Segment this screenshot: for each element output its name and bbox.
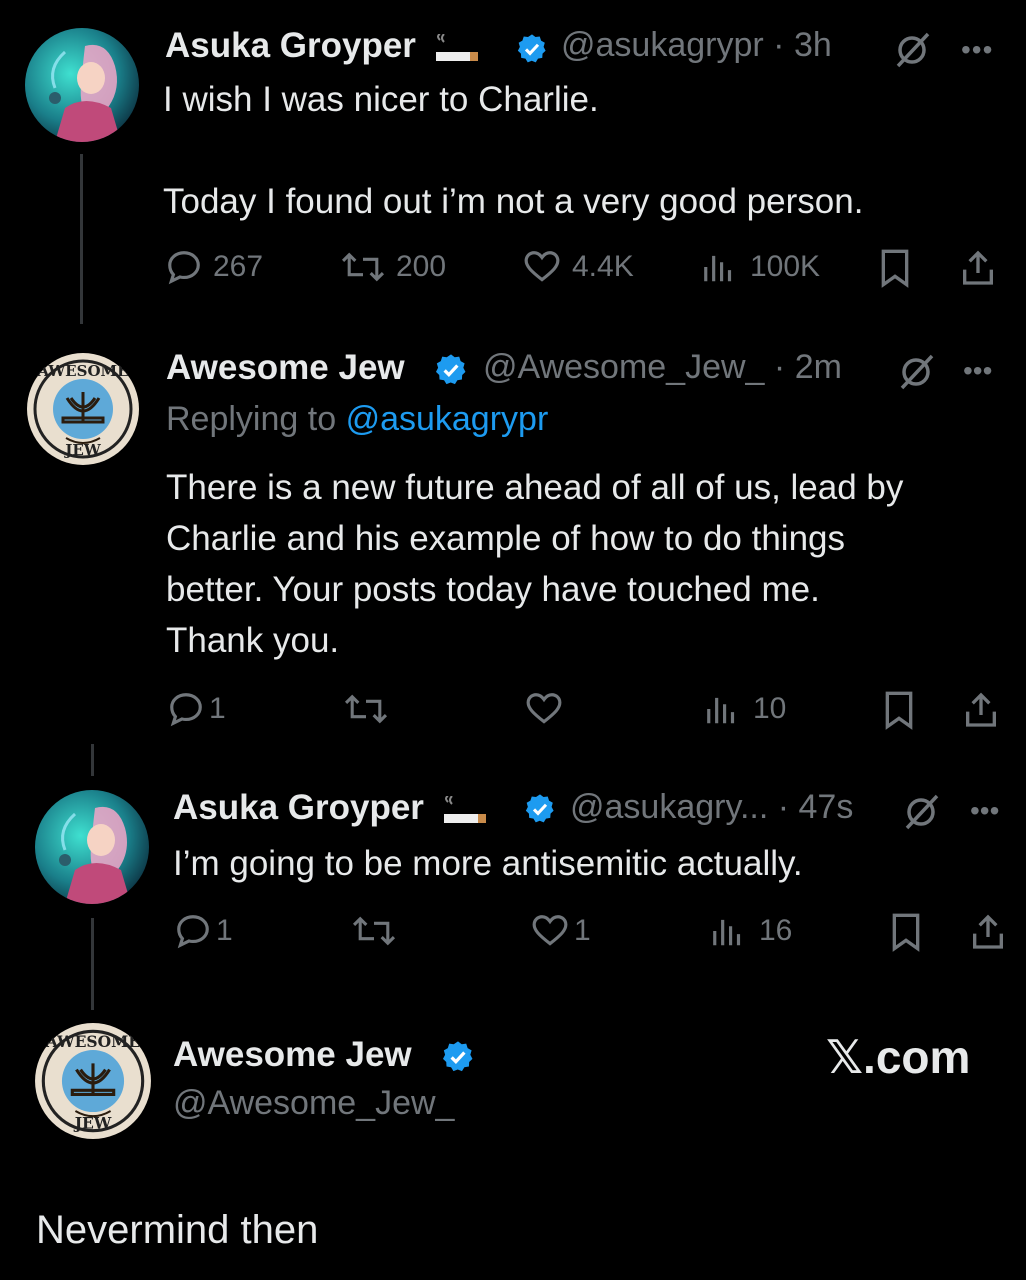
seal-logo-image: AWESOME JEW (35, 1023, 151, 1139)
tweet2-bookmark-button[interactable] (881, 690, 917, 730)
repost-icon (352, 916, 396, 946)
grok-icon[interactable] (894, 30, 932, 68)
cigarette-emoji (434, 32, 480, 63)
avatar-asuka[interactable] (25, 28, 139, 142)
share-icon (966, 692, 996, 727)
avatar-asuka[interactable] (35, 790, 149, 904)
verified-badge-icon (442, 1041, 473, 1072)
grok-icon[interactable] (903, 792, 941, 830)
reply-icon (170, 693, 202, 727)
handle[interactable]: @asukagry... (570, 788, 768, 826)
more-options-icon[interactable]: ••• (970, 795, 999, 827)
replying-label: Replying to (166, 400, 337, 438)
author-name-text: Asuka Groyper (165, 26, 416, 65)
post-text: Nevermind then (36, 1208, 319, 1252)
repost-icon (341, 252, 385, 282)
grok-icon[interactable] (898, 352, 936, 390)
verified-badge-icon (525, 794, 554, 823)
share-icon (973, 914, 1003, 949)
heart-icon (532, 915, 568, 946)
tweet3-handle-time: @asukagry... · 47s (570, 788, 854, 826)
tweet2-like-button[interactable] (524, 690, 564, 728)
cigarette-emoji (442, 794, 488, 825)
like-count: 4.4K (572, 250, 634, 283)
tweet2-views-button[interactable]: 10 (703, 690, 786, 728)
avatar-awesome-jew[interactable]: AWESOME JEW (26, 352, 140, 466)
tweet1-author-name[interactable]: Asuka Groyper (165, 26, 480, 66)
avatar-awesome-jew[interactable]: AWESOME JEW (34, 1022, 152, 1140)
reply-count: 1 (216, 914, 233, 947)
seal-top-text: AWESOME (36, 362, 128, 380)
share-icon (963, 250, 993, 285)
views-icon (704, 255, 732, 282)
tweet1-views-button[interactable]: 100K (700, 248, 820, 286)
tweet1-share-button[interactable] (958, 248, 998, 288)
tweet2-author-name[interactable]: Awesome Jew (166, 348, 405, 388)
author-name-text: Asuka Groyper (173, 788, 424, 827)
tweet3-reply-button[interactable]: 1 (174, 912, 233, 950)
xcom-brand[interactable]: 𝕏.com (826, 1030, 970, 1084)
heart-icon (524, 251, 560, 282)
tweet1-text: I wish I was nicer to Charlie. Today I f… (163, 80, 864, 221)
heart-icon (526, 693, 562, 724)
seal-logo-image: AWESOME JEW (27, 353, 139, 465)
bookmark-icon (892, 913, 920, 952)
replying-to-line: Replying to @asukagrypr (166, 400, 548, 439)
tweet2-reply-button[interactable]: 1 (167, 690, 226, 728)
tweet3-repost-button[interactable] (351, 912, 397, 950)
thread-connector (91, 744, 94, 776)
anime-avatar-image (25, 28, 139, 142)
more-options-icon[interactable]: ••• (963, 355, 992, 387)
handle[interactable]: @Awesome_Jew_ (483, 348, 764, 386)
tweet2-share-button[interactable] (961, 690, 1001, 730)
views-icon (707, 697, 735, 724)
handle[interactable]: @asukagrypr (561, 26, 764, 64)
repost-count: 200 (396, 250, 447, 283)
bookmark-icon (881, 249, 909, 288)
more-options-icon[interactable]: ••• (961, 34, 993, 66)
reply-count: 1 (209, 692, 226, 725)
tweet1-handle-time: @asukagrypr · 3h (561, 26, 832, 64)
verified-badge-icon (517, 34, 546, 63)
views-count: 100K (750, 250, 821, 283)
replying-mention-link[interactable]: @asukagrypr (346, 400, 549, 438)
tweet3-like-button[interactable]: 1 (530, 912, 591, 950)
reply-icon (177, 915, 209, 949)
seal-bottom-text: JEW (63, 441, 102, 459)
tweet2-text: There is a new future ahead of all of us… (166, 468, 904, 660)
tweet3-bookmark-button[interactable] (888, 912, 924, 952)
like-count: 1 (574, 914, 591, 947)
views-count: 16 (759, 914, 793, 947)
tweet2-handle-time: @Awesome_Jew_ · 2m (483, 348, 842, 386)
seal-bottom-text: JEW (73, 1114, 112, 1133)
tweet3-views-button[interactable]: 16 (709, 912, 792, 950)
tweet3-text: I’m going to be more antisemitic actuall… (173, 844, 803, 883)
tweet1-reply-button[interactable]: 267 (165, 248, 263, 286)
quote-author-name[interactable]: Awesome Jew (173, 1035, 412, 1075)
verified-badge-icon (435, 354, 466, 385)
thread-connector (80, 154, 83, 324)
tweet1-like-button[interactable]: 4.4K (522, 248, 634, 286)
repost-icon (344, 694, 388, 724)
timestamp[interactable]: 3h (794, 26, 832, 64)
timestamp[interactable]: 47s (799, 788, 854, 826)
views-icon (713, 919, 741, 946)
bookmark-icon (885, 691, 913, 730)
tweet2-repost-button[interactable] (343, 690, 389, 728)
thread-connector (91, 918, 94, 1010)
timestamp[interactable]: 2m (795, 348, 842, 386)
reply-count: 267 (213, 250, 264, 283)
anime-avatar-image (35, 790, 149, 904)
tweet1-bookmark-button[interactable] (877, 248, 913, 288)
reply-icon (168, 251, 200, 285)
tweet3-author-name[interactable]: Asuka Groyper (173, 788, 488, 828)
tweet1-repost-button[interactable]: 200 (340, 248, 446, 286)
views-count: 10 (753, 692, 787, 725)
quote-handle[interactable]: @Awesome_Jew_ (173, 1084, 454, 1123)
seal-top-text: AWESOME (45, 1032, 140, 1051)
tweet3-share-button[interactable] (968, 912, 1008, 952)
